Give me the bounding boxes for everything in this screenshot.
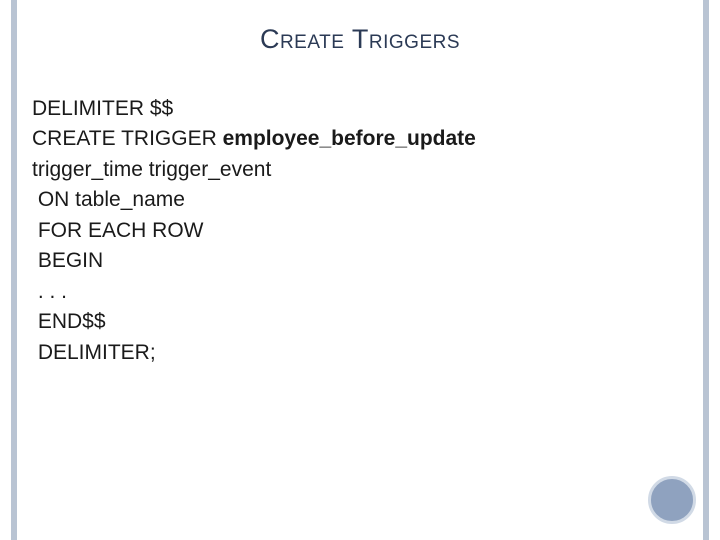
right-accent-bar	[703, 0, 709, 540]
code-line: BEGIN	[32, 246, 476, 276]
left-accent-bar	[11, 0, 17, 540]
code-line: FOR EACH ROW	[32, 216, 476, 246]
code-line: CREATE TRIGGER employee_before_update	[32, 124, 476, 154]
code-line: trigger_time trigger_event	[32, 155, 476, 185]
code-line: . . .	[32, 277, 476, 307]
code-block: DELIMITER $$ CREATE TRIGGER employee_bef…	[32, 94, 516, 368]
decorative-circle-icon	[648, 476, 696, 524]
trigger-name: employee_before_update	[223, 127, 476, 150]
slide-title: Create Triggers	[0, 24, 720, 55]
code-text: CREATE TRIGGER	[32, 127, 223, 150]
code-line: DELIMITER $$	[32, 94, 476, 124]
code-line: DELIMITER;	[32, 338, 476, 368]
code-line: ON table_name	[32, 185, 476, 215]
code-line: END$$	[32, 307, 476, 337]
